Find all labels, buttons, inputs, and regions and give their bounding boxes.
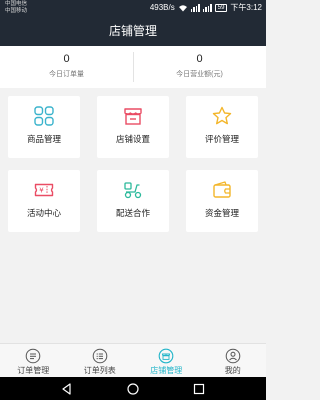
store-settings-button[interactable]: 店铺设置 xyxy=(97,96,169,158)
system-navigation-bar xyxy=(0,377,266,400)
wifi-icon xyxy=(178,5,187,12)
today-orders-stat: 0 今日订单量 xyxy=(0,46,133,88)
signal-icon xyxy=(190,4,200,12)
today-orders-label: 今日订单量 xyxy=(49,71,84,78)
today-revenue-label: 今日营业额(元) xyxy=(176,71,223,78)
today-revenue-value: 0 xyxy=(196,53,203,65)
activity-center-button[interactable]: ¥ 活动中心 xyxy=(8,170,80,232)
carrier-2: 中国移动 xyxy=(5,8,28,14)
fund-management-label: 资金管理 xyxy=(204,208,239,218)
delivery-cooperation-label: 配送合作 xyxy=(115,208,150,218)
product-management-button[interactable]: 商品管理 xyxy=(8,96,80,158)
today-orders-value: 0 xyxy=(63,53,70,65)
carrier-1: 中国电信 xyxy=(5,1,28,7)
order-management-icon xyxy=(25,348,41,364)
store-settings-label: 店铺设置 xyxy=(115,134,150,144)
status-bar: 中国电信 中国移动 493B/s 59 下午3:12 xyxy=(0,0,266,16)
profile-icon xyxy=(225,348,240,364)
tab-order-management-label: 订单管理 xyxy=(17,366,50,375)
order-list-icon xyxy=(92,348,107,364)
product-management-label: 商品管理 xyxy=(26,134,61,144)
battery-icon: 59 xyxy=(214,4,228,12)
header: 店铺管理 xyxy=(0,16,266,46)
store-settings-icon xyxy=(124,108,142,125)
tab-profile[interactable]: 我的 xyxy=(200,344,267,378)
review-management-label: 评价管理 xyxy=(204,134,239,144)
recent-apps-icon[interactable] xyxy=(192,382,206,396)
bottom-tab-bar: 订单管理 订单列表 店铺管理 我的 xyxy=(0,343,266,377)
activity-center-label: 活动中心 xyxy=(26,208,61,218)
today-revenue-stat: 0 今日营业额(元) xyxy=(133,46,266,88)
product-management-icon xyxy=(34,106,54,126)
fund-management-button[interactable]: 资金管理 xyxy=(186,170,258,232)
delivery-scooter-icon xyxy=(124,182,142,199)
page-title: 店铺管理 xyxy=(108,24,157,38)
review-star-icon xyxy=(212,106,232,125)
activity-ticket-icon: ¥ xyxy=(34,183,54,197)
network-speed: 493B/s xyxy=(149,3,175,12)
signal-icon-2 xyxy=(202,4,212,12)
back-icon[interactable] xyxy=(60,382,74,396)
delivery-cooperation-button[interactable]: 配送合作 xyxy=(97,170,169,232)
svg-text:¥: ¥ xyxy=(39,187,44,195)
tab-store-management-label: 店铺管理 xyxy=(150,366,183,375)
status-indicators: 493B/s 59 下午3:12 xyxy=(150,3,262,13)
carrier-info: 中国电信 中国移动 xyxy=(5,1,27,15)
tab-store-management[interactable]: 店铺管理 xyxy=(133,344,200,378)
tab-order-management[interactable]: 订单管理 xyxy=(0,344,67,378)
today-stats: 0 今日订单量 0 今日营业额(元) xyxy=(0,46,266,88)
home-icon[interactable] xyxy=(126,382,140,396)
store-icon xyxy=(158,348,174,364)
wallet-icon xyxy=(213,181,231,198)
clock: 下午3:12 xyxy=(230,3,262,12)
review-management-button[interactable]: 评价管理 xyxy=(186,96,258,158)
tab-order-list[interactable]: 订单列表 xyxy=(67,344,134,378)
tab-order-list-label: 订单列表 xyxy=(83,366,116,375)
tab-profile-label: 我的 xyxy=(224,366,241,375)
